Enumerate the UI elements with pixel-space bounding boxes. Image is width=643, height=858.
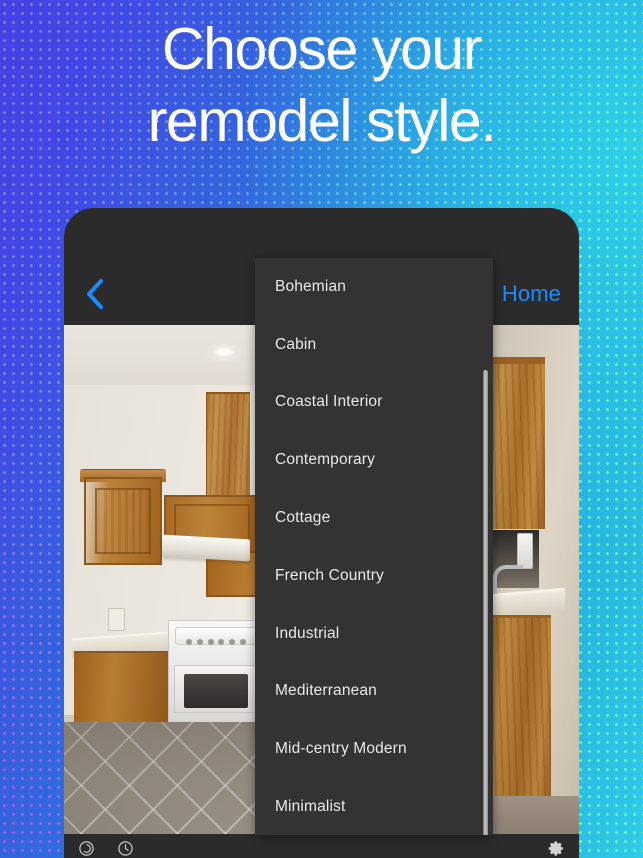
dropdown-item[interactable]: French Country <box>255 547 493 605</box>
dropdown-item-label: French Country <box>275 566 384 584</box>
photo-right-base-cabinet <box>489 615 551 818</box>
dropdown-option-list: Bohemian Cabin Coastal Interior Contemporar… <box>255 258 493 835</box>
dropdown-item[interactable]: Industrial <box>255 605 493 663</box>
dropdown-item[interactable]: Coastal Interior <box>255 374 493 432</box>
photo-stove-control-panel <box>175 627 257 645</box>
dropdown-item[interactable]: Bohemian <box>255 258 493 316</box>
gear-icon[interactable] <box>548 840 565 857</box>
photo-soap-dispenser <box>517 533 533 569</box>
bottom-tab-bar <box>64 834 579 858</box>
dropdown-item[interactable]: Cottage <box>255 489 493 547</box>
photo-stove-knobs <box>186 638 246 646</box>
dropdown-item-label: Minimalist <box>275 798 346 816</box>
dropdown-item-label: Contemporary <box>275 451 376 469</box>
dropdown-item[interactable]: Minimalist <box>255 778 493 835</box>
dropdown-item-label: Cottage <box>275 509 331 527</box>
dropdown-item-label: Mediterranean <box>275 682 377 700</box>
poster-screenshot: Choose your remodel style. In Home <box>0 0 643 858</box>
dropdown-item-label: Industrial <box>275 624 340 642</box>
photo-stove <box>168 620 264 732</box>
camera-icon[interactable] <box>78 840 95 857</box>
phone-status-area <box>64 208 579 263</box>
dropdown-item-label: Bohemian <box>275 277 346 295</box>
photo-upper-cabinet-left <box>84 477 162 565</box>
photo-range-hood <box>162 534 250 562</box>
phone-mockup: In Home <box>64 208 579 858</box>
clock-icon[interactable] <box>117 840 134 857</box>
dropdown-item-label: Coastal Interior <box>275 393 383 411</box>
dropdown-item[interactable]: Cabin <box>255 316 493 374</box>
photo-wall-outlet <box>108 608 125 631</box>
home-button[interactable]: Home <box>502 281 561 307</box>
photo-right-section <box>487 325 579 834</box>
photo-base-cabinet-left <box>74 651 168 727</box>
dropdown-item[interactable]: Mediterranean <box>255 663 493 721</box>
dropdown-item[interactable]: Mid-centry Modern <box>255 720 493 778</box>
photo-faucet <box>493 565 523 595</box>
photo-right-floor <box>487 796 579 834</box>
dropdown-item-label: Mid-centry Modern <box>275 740 407 758</box>
dropdown-scrollbar[interactable] <box>483 370 488 835</box>
photo-recessed-light <box>210 347 238 358</box>
photo-oven-window <box>184 674 248 708</box>
photo-tall-cabinet <box>206 392 250 506</box>
dropdown-item[interactable]: Contemporary <box>255 431 493 489</box>
photo-oven-door <box>174 665 258 713</box>
style-dropdown-menu[interactable]: Bohemian Cabin Coastal Interior Contemporar… <box>255 258 493 835</box>
photo-right-upper-cabinet <box>489 357 545 529</box>
dropdown-item-label: Cabin <box>275 335 317 353</box>
